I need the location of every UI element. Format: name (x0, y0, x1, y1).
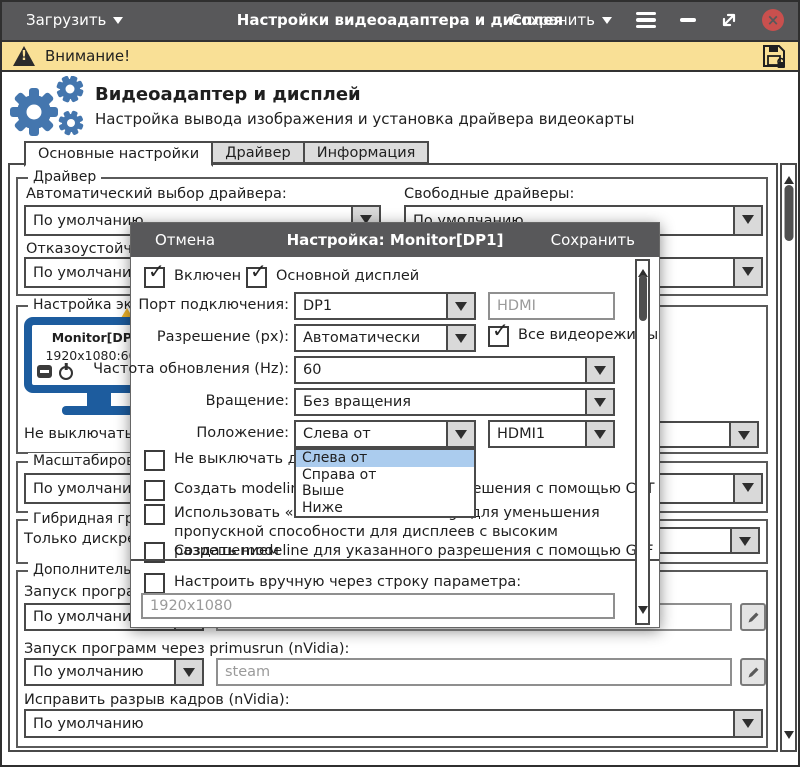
scrollbar-thumb[interactable] (784, 185, 793, 241)
primary-checkbox[interactable] (246, 267, 267, 288)
option-left-of[interactable]: Слева от (296, 450, 474, 467)
auto-driver-label: Автоматический выбор драйвера: (26, 186, 287, 202)
primusrun-input[interactable] (216, 658, 732, 686)
enabled-checkbox-row[interactable]: Включен (144, 267, 241, 288)
select-arrow-icon[interactable] (585, 422, 613, 446)
warning-text: Внимание! (45, 47, 130, 65)
save-menu-label: Сохранить (511, 11, 595, 29)
dialog-divider (131, 559, 659, 561)
dpms-checkbox[interactable] (144, 450, 165, 471)
select-arrow-icon[interactable] (730, 529, 758, 552)
dialog-scrollbar[interactable] (635, 259, 650, 625)
monitor-stand (87, 393, 111, 406)
main-scrollbar[interactable] (780, 163, 797, 752)
select-arrow-icon[interactable] (446, 294, 474, 318)
optirun-edit-button[interactable] (740, 603, 766, 631)
select-arrow-icon[interactable] (446, 422, 474, 446)
select-arrow-icon[interactable] (446, 326, 474, 350)
cvt-checkbox[interactable] (144, 480, 165, 501)
select-arrow-icon[interactable] (585, 390, 613, 414)
position-select[interactable]: Слева от (294, 420, 476, 448)
hamburger-menu-icon[interactable] (636, 12, 656, 29)
port-label: Порт подключения: (138, 297, 289, 313)
tab-bar: Основные настройки Драйвер Информация (24, 141, 429, 167)
warning-icon (13, 46, 35, 66)
cvt-rb-checkbox[interactable] (144, 504, 165, 525)
option-above[interactable]: Выше (296, 483, 474, 500)
scroll-down-icon[interactable] (638, 606, 648, 619)
manual-checkbox-row[interactable]: Настроить вручную через строку параметра… (144, 573, 521, 594)
tearfree-label: Исправить разрыв кадров (nVidia): (24, 692, 290, 708)
select-arrow-icon[interactable] (174, 660, 202, 684)
all-modes-checkbox-row[interactable]: Все видеорежимы (488, 326, 658, 347)
tab-driver[interactable]: Драйвер (211, 141, 305, 164)
refresh-label: Частота обновления (Hz): (93, 361, 289, 377)
manual-label: Настроить вручную через строку параметра… (174, 573, 521, 592)
option-below[interactable]: Ниже (296, 500, 474, 517)
position-options-list: Слева от Справа от Выше Ниже (294, 448, 476, 518)
monitor-settings-dialog: Отмена Настройка: Monitor[DP1] Сохранить… (130, 222, 660, 628)
enabled-checkbox[interactable] (144, 267, 165, 288)
expand-icon[interactable] (720, 11, 738, 29)
scroll-down-icon[interactable] (784, 731, 794, 744)
dialog-header: Отмена Настройка: Monitor[DP1] Сохранить (131, 223, 659, 257)
close-button[interactable]: × (762, 9, 784, 31)
scroll-up-icon[interactable] (784, 171, 794, 184)
pencil-icon (746, 610, 761, 625)
select-arrow-icon[interactable] (585, 358, 613, 382)
tab-main-settings[interactable]: Основные настройки (24, 141, 213, 167)
titlebar: Загрузить Настройки видеоадаптера и дисп… (0, 0, 800, 40)
primusrun-select[interactable]: По умолчанию (24, 658, 204, 686)
minimize-button[interactable] (680, 18, 696, 22)
select-arrow-icon[interactable] (729, 423, 757, 446)
save-file-icon[interactable] (761, 43, 787, 69)
manual-checkbox[interactable] (144, 573, 165, 594)
caret-down-icon (602, 17, 612, 29)
dialog-save-button[interactable]: Сохранить (551, 231, 635, 249)
monitor-minimize-button[interactable] (37, 365, 52, 378)
primusrun-edit-button[interactable] (740, 658, 766, 686)
position-target-select[interactable]: HDMI1 (488, 420, 615, 448)
free-drivers-label: Свободные драйверы: (404, 186, 574, 202)
enabled-label: Включен (174, 267, 241, 286)
select-arrow-icon[interactable] (733, 475, 761, 502)
save-menu-button[interactable]: Сохранить (511, 11, 612, 29)
rotation-label: Вращение: (206, 393, 289, 409)
all-modes-checkbox[interactable] (488, 326, 509, 347)
resolution-select[interactable]: Автоматически (294, 324, 476, 352)
port-select[interactable]: DP1 (294, 292, 476, 320)
tearfree-select[interactable]: По умолчанию (24, 709, 763, 738)
manual-param-input[interactable] (141, 593, 615, 619)
refresh-select[interactable]: 60 (294, 356, 615, 384)
select-arrow-icon[interactable] (733, 711, 761, 736)
gears-icon (8, 76, 92, 138)
port-custom-input[interactable] (488, 292, 615, 320)
warning-bar: Внимание! (0, 40, 800, 72)
rotation-select[interactable]: Без вращения (294, 388, 615, 416)
primusrun-label: Запуск программ через primusrun (nVidia)… (24, 641, 349, 657)
page-title: Видеоадаптер и дисплей (95, 84, 361, 105)
option-right-of[interactable]: Справа от (296, 467, 474, 484)
select-arrow-icon[interactable] (733, 207, 761, 234)
monitor-power-icon[interactable] (59, 366, 73, 380)
primary-label: Основной дисплей (276, 267, 419, 286)
pencil-icon (746, 665, 761, 680)
resolution-label: Разрешение (px): (157, 329, 289, 345)
monitor-stand-base (62, 406, 136, 415)
dialog-scrollbar-thumb[interactable] (639, 275, 647, 321)
primary-checkbox-row[interactable]: Основной дисплей (246, 267, 419, 288)
tab-info[interactable]: Информация (303, 141, 430, 164)
group-driver-legend: Драйвер (28, 169, 101, 185)
select-arrow-icon[interactable] (733, 259, 761, 286)
page-subtitle: Настройка вывода изображения и установка… (95, 110, 634, 128)
position-label: Положение: (196, 425, 289, 441)
